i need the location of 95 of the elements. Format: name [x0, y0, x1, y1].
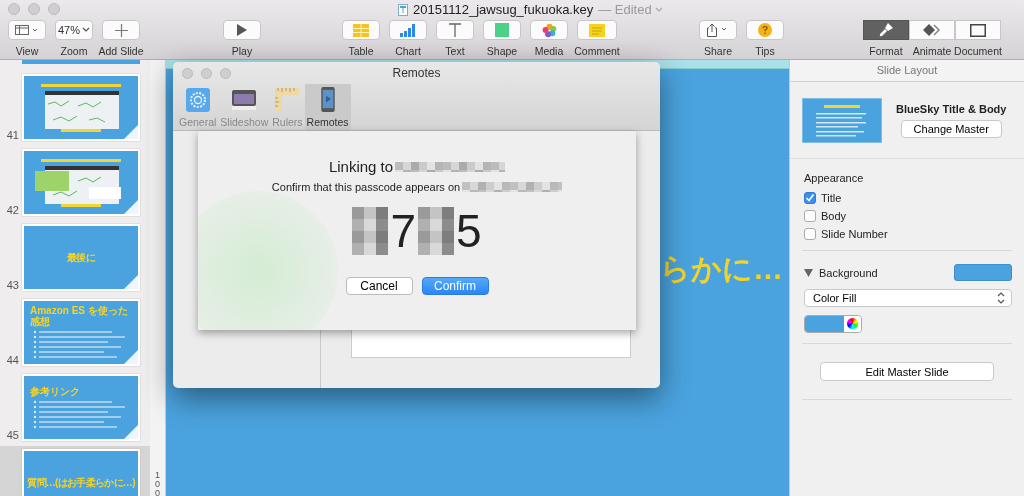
chart-button[interactable]: [389, 20, 427, 40]
slide-title: Amazon ES を使った感想: [30, 305, 129, 327]
photos-icon: [541, 22, 557, 38]
master-thumbnail[interactable]: [802, 98, 882, 143]
checkbox[interactable]: [804, 210, 816, 222]
slide-number: 45: [5, 429, 20, 441]
color-swatch[interactable]: [954, 264, 1012, 281]
sidebar-icon: [15, 25, 39, 35]
slide-number: 43: [5, 279, 20, 291]
toolbar-label: Zoom: [60, 45, 88, 57]
slide-row[interactable]: 44 Amazon ES を使った感想: [0, 296, 150, 371]
remotes-tab[interactable]: Remotes: [304, 84, 351, 130]
document-icon: [398, 3, 408, 16]
pixelated-digit-drawing: [352, 207, 389, 255]
slide-row[interactable]: 41: [0, 71, 150, 146]
section-label: Background: [819, 266, 879, 279]
tips-button[interactable]: [746, 20, 784, 40]
comment-button[interactable]: [577, 20, 617, 40]
table-icon: [353, 23, 369, 37]
pixelated-digit-drawing: [418, 207, 454, 255]
toolbar-label: Media: [534, 45, 564, 57]
slide-row[interactable]: 43 最後に: [0, 221, 150, 296]
shape-button[interactable]: [483, 20, 521, 40]
diamond-icon: [923, 24, 941, 36]
toolbar-label: Document: [954, 45, 1002, 57]
edit-master-slide-button[interactable]: Edit Master Slide: [820, 362, 994, 381]
slide-row[interactable]: 45 参考リンク: [0, 371, 150, 446]
toolbar-label: Format: [869, 45, 903, 57]
format-tab[interactable]: [863, 20, 909, 40]
square-icon: [495, 23, 509, 37]
paintbrush-icon: [879, 23, 893, 37]
master-name: BlueSky Title & Body: [896, 103, 1007, 115]
help-icon: [758, 23, 772, 37]
slide-title: らかに…: [660, 251, 783, 287]
bar-chart-icon: [400, 23, 416, 37]
slide-title: 質問…(はお手柔らかに…): [27, 475, 135, 490]
window-title: Remotes: [392, 65, 441, 80]
slide-thumbnail[interactable]: [22, 149, 140, 216]
document-tab[interactable]: [955, 20, 1001, 40]
toolbar-label: View: [15, 45, 39, 57]
slide-thumbnail[interactable]: [22, 74, 140, 141]
sheet-heading: Linking to: [328, 158, 394, 175]
slide-number: 41: [5, 129, 20, 141]
change-master-button[interactable]: Change Master: [900, 120, 1002, 138]
toolbar-label: Add Slide: [98, 45, 144, 57]
checkbox-label: Title: [821, 192, 842, 204]
checkbox[interactable]: [804, 192, 816, 204]
ruler-label: 100: [155, 471, 160, 496]
toolbar-label: Share: [704, 45, 732, 57]
phone-icon: [320, 87, 335, 112]
fill-type-popup[interactable]: Color Fill: [804, 289, 1012, 307]
toolbar-label: Comment: [574, 45, 620, 57]
note-icon: [589, 23, 605, 37]
slide-title: 最後に: [67, 250, 95, 265]
text-icon: [448, 23, 462, 37]
window-icon: [970, 23, 986, 37]
disclosure-triangle-icon[interactable]: [804, 268, 813, 277]
sheet-message: Confirm that this passcode appears on: [271, 181, 461, 193]
add-button[interactable]: [102, 20, 140, 40]
slide-number: 42: [5, 204, 20, 216]
play-icon: [237, 24, 247, 36]
toolbar-label: Shape: [486, 45, 518, 57]
animate-tab[interactable]: [909, 20, 955, 40]
slide-number: 44: [5, 354, 20, 366]
cancel-button[interactable]: Cancel: [345, 277, 413, 295]
text-field[interactable]: [350, 329, 631, 358]
toolbar-label: Table: [348, 45, 374, 57]
window-title: 20151112_jawsug_fukuoka.key: [413, 2, 594, 17]
color-well[interactable]: [804, 315, 862, 333]
plus-icon: [114, 23, 128, 37]
toolbar-label: Animate: [912, 45, 952, 57]
play-button[interactable]: [223, 20, 261, 40]
zoom-button[interactable]: 47%: [55, 20, 93, 40]
section-label: Appearance: [804, 172, 865, 184]
gear-icon: [185, 88, 210, 112]
media-button[interactable]: [530, 20, 568, 40]
caret-icon: [654, 6, 663, 13]
ruler-icon: [275, 88, 300, 112]
passcode-digit: 7: [390, 207, 416, 255]
checkbox-label: Body: [821, 210, 847, 222]
toolbar-label: Tips: [755, 45, 775, 57]
slide-row[interactable]: 42: [0, 146, 150, 221]
checkbox-label: Slide Number: [821, 228, 888, 240]
slide-title: 参考リンク: [30, 385, 80, 397]
caret-icon: [82, 27, 90, 33]
screen-icon: [232, 88, 257, 112]
toolbar-label: Text: [445, 45, 465, 57]
passcode-digit: 5: [456, 207, 482, 255]
share-button[interactable]: [699, 20, 737, 40]
text-button[interactable]: [436, 20, 474, 40]
checkbox[interactable]: [804, 228, 816, 240]
toolbar-label: Chart: [395, 45, 421, 57]
toolbar-label: Play: [231, 45, 253, 57]
view-button[interactable]: [8, 20, 46, 40]
stepper-arrows-icon: [997, 292, 1005, 304]
